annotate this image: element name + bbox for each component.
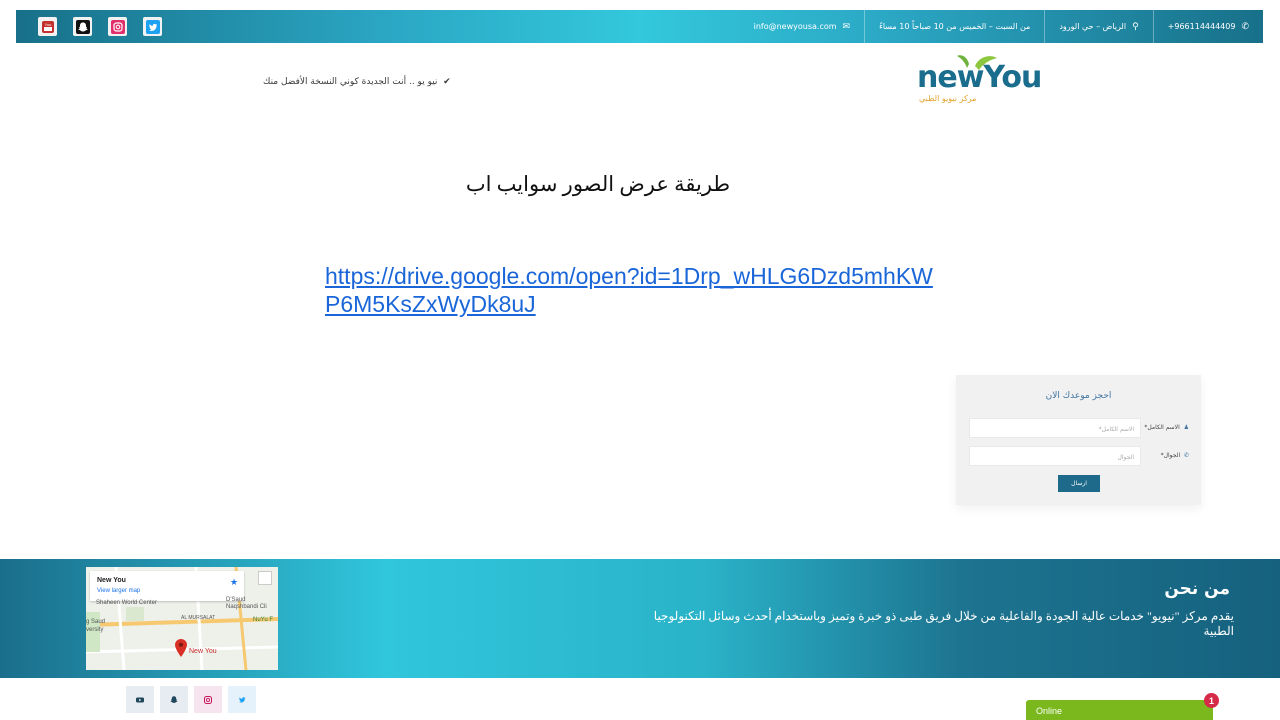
chat-status-label: Online	[1036, 706, 1063, 716]
location-item: ⚲ الرياض – حي الورود	[1044, 10, 1152, 43]
user-icon: ♟	[1183, 424, 1189, 431]
fullscreen-icon[interactable]	[258, 571, 272, 585]
appointment-form: احجز موعدك الان الاسم الكامل* ♟ الاسم ال…	[956, 375, 1201, 505]
snapchat-icon	[75, 19, 90, 34]
full-name-label: ♟ الاسم الكامل*	[1144, 424, 1189, 431]
footer-instagram-link[interactable]	[194, 686, 222, 713]
snapchat-icon	[170, 695, 178, 703]
twitter-icon	[145, 19, 160, 34]
drive-link[interactable]: https://drive.google.com/open?id=1Drp_wH…	[325, 262, 945, 318]
map-label-saud: g Saud	[86, 619, 106, 625]
instagram-icon	[204, 695, 212, 704]
star-icon[interactable]: ★	[230, 578, 238, 588]
map-label-shaheen: Shaheen World Center	[96, 600, 157, 606]
site-logo[interactable]: newYou مركز نيويو الطبي	[917, 54, 1042, 110]
envelope-icon: ✉	[842, 21, 851, 32]
view-larger-map-link[interactable]: View larger map	[97, 588, 140, 594]
youtube-icon	[136, 697, 144, 702]
location-text: الرياض – حي الورود	[1059, 22, 1127, 31]
map-label-mursalat: AL MURSALAT	[181, 615, 216, 621]
form-title: احجز موعدك الان	[1045, 391, 1112, 401]
email-text: info@newyousa.com	[753, 22, 837, 31]
map-marker-icon: ⚲	[1132, 21, 1139, 32]
phone-label: ✆ الجوال*	[1161, 452, 1189, 459]
header-tagline: ✔ نيو يو .. أنت الجديدة كوني النسخة الأف…	[263, 77, 451, 87]
map-pin-icon[interactable]	[175, 639, 187, 657]
map-label-nuyu: NuYu F	[253, 617, 274, 623]
tagline-text: نيو يو .. أنت الجديدة كوني النسخة الأفضل…	[263, 77, 438, 87]
about-title: من نحن	[1164, 579, 1230, 599]
snapchat-link[interactable]	[73, 17, 92, 36]
footer-youtube-link[interactable]	[126, 686, 154, 713]
svg-text:You: You	[44, 22, 51, 27]
map-label-versity: versity	[86, 627, 104, 633]
logo-subtitle: مركز نيويو الطبي	[919, 94, 977, 103]
twitter-link[interactable]	[143, 17, 162, 36]
location-map[interactable]: New You View larger map ★ Shaheen World …	[86, 567, 278, 670]
youtube-link[interactable]: You	[38, 17, 57, 36]
full-name-label-text: الاسم الكامل*	[1144, 424, 1180, 431]
top-social-links: You	[38, 17, 162, 36]
about-text: يقدم مركز "نيويو" خدمات عالية الجودة وال…	[653, 609, 1234, 638]
twitter-icon	[239, 696, 246, 702]
name-row: الاسم الكامل* ♟ الاسم الكامل*	[969, 418, 1189, 438]
map-label-naqshbandi: D'Saud Naqshbandi Cli	[226, 597, 267, 610]
chat-notification-badge: 1	[1204, 693, 1219, 708]
footer-twitter-link[interactable]	[228, 686, 256, 713]
online-chat-widget[interactable]: Online	[1026, 700, 1213, 720]
page-title: طريقة عرض الصور سوايب اب	[465, 172, 731, 196]
phone-item[interactable]: ✆ 966114444409+	[1152, 10, 1263, 43]
footer-snapchat-link[interactable]	[160, 686, 188, 713]
map-pin-label: New You	[189, 648, 217, 655]
footer-social-links	[126, 686, 256, 713]
phone-label-text: الجوال*	[1160, 452, 1181, 459]
phone-icon: ✆	[1183, 452, 1189, 459]
instagram-link[interactable]	[108, 17, 127, 36]
hours-item: من السبت – الخميس من 10 صباحاً 10 مساءً	[864, 10, 1044, 43]
map-info-card: New You View larger map ★	[90, 571, 244, 601]
phone-text: 966114444409+	[1167, 22, 1236, 31]
email-item[interactable]: ✉ info@newyousa.com	[740, 10, 864, 43]
phone-row: الجوال ✆ الجوال*	[969, 446, 1189, 466]
youtube-icon: You	[41, 20, 54, 33]
phone-input[interactable]: الجوال	[969, 446, 1141, 466]
submit-button[interactable]: ارسال	[1058, 475, 1100, 492]
map-place-name: New You	[97, 577, 126, 584]
instagram-icon	[110, 19, 125, 34]
contact-info: ✆ 966114444409+ ⚲ الرياض – حي الورود من ال…	[740, 10, 1263, 43]
hours-text: من السبت – الخميس من 10 صباحاً 10 مساءً	[879, 22, 1031, 31]
logo-wordmark: newYou	[917, 60, 1042, 95]
phone-icon: ✆	[1241, 21, 1249, 32]
full-name-input[interactable]: الاسم الكامل*	[969, 418, 1141, 438]
check-icon: ✔	[443, 77, 451, 87]
top-bar: You ✆ 966114444409+ ⚲ الرياض – حي الورود م…	[16, 10, 1263, 43]
